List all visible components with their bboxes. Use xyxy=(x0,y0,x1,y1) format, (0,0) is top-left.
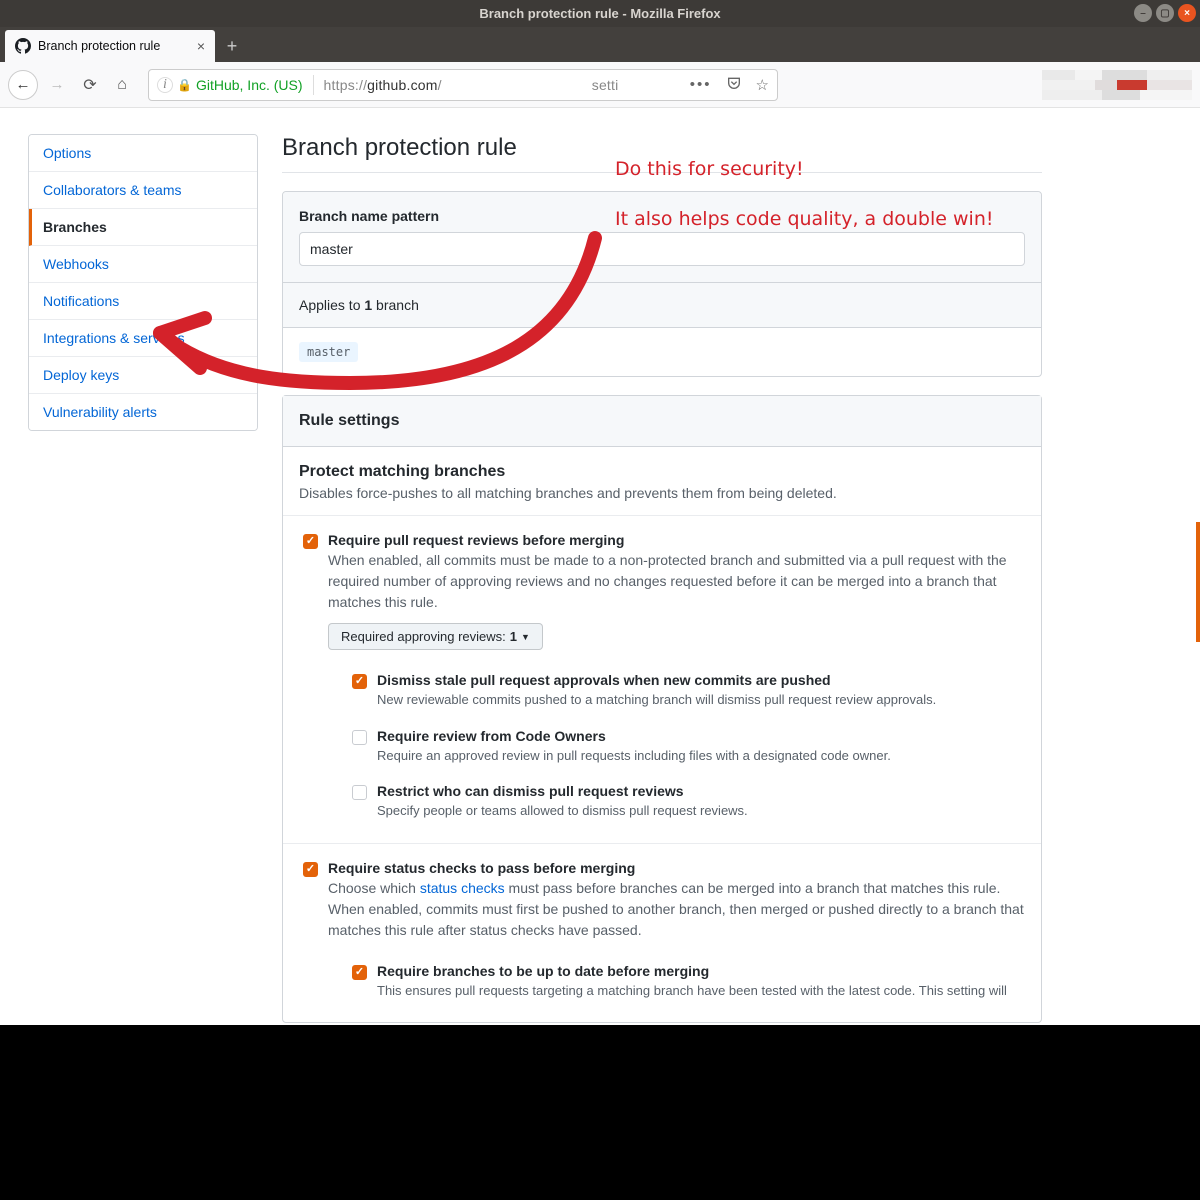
matching-branches: master xyxy=(283,328,1041,376)
browser-tabstrip: Branch protection rule × + xyxy=(0,27,1200,62)
rule-settings-heading: Rule settings xyxy=(283,396,1041,447)
window-close-button[interactable]: × xyxy=(1178,4,1196,22)
scroll-indicator xyxy=(1196,522,1200,642)
protect-desc: Disables force-pushes to all matching br… xyxy=(299,485,1025,501)
toolbar-extensions-blur xyxy=(1042,70,1192,100)
checkbox-up-to-date[interactable] xyxy=(352,965,367,980)
branch-pattern-input[interactable] xyxy=(299,232,1025,266)
annotation-text-2: It also helps code quality, a double win… xyxy=(615,208,993,230)
urlbar-separator xyxy=(313,75,314,95)
site-identity-label: GitHub, Inc. (US) xyxy=(196,77,303,93)
protect-branches-head: Protect matching branches Disables force… xyxy=(283,447,1041,516)
window-title: Branch protection rule - Mozilla Firefox xyxy=(479,6,720,21)
pocket-icon[interactable] xyxy=(726,75,742,95)
main-column: Branch protection rule Branch name patte… xyxy=(282,134,1042,1023)
sidenav-item-webhooks[interactable]: Webhooks xyxy=(29,246,257,283)
url-text: https://github.com/setti xyxy=(324,77,686,93)
rule-settings-box: Rule settings Protect matching branches … xyxy=(282,395,1042,1023)
browser-tab-active[interactable]: Branch protection rule × xyxy=(5,30,215,62)
window-maximize-button[interactable]: ▢ xyxy=(1156,4,1174,22)
sidenav-item-branches: Branches xyxy=(29,209,257,246)
pattern-head: Branch name pattern xyxy=(283,192,1041,283)
checkbox-require-pr-reviews[interactable] xyxy=(303,534,318,549)
letterbox-bottom xyxy=(0,1025,1200,1200)
protect-title: Protect matching branches xyxy=(299,463,1025,481)
home-button[interactable]: ⌂ xyxy=(108,71,136,99)
page-content: Options Collaborators & teams Branches W… xyxy=(0,108,1200,1049)
new-tab-button[interactable]: + xyxy=(215,30,249,62)
subrule-code-owners: Require review from Code Owners Require … xyxy=(328,716,1025,772)
browser-toolbar: ← → ⟳ ⌂ i 🔒 GitHub, Inc. (US) https://gi… xyxy=(0,62,1200,108)
github-favicon-icon xyxy=(15,38,31,54)
checkbox-restrict-dismiss[interactable] xyxy=(352,785,367,800)
rule-title: Require status checks to pass before mer… xyxy=(328,860,1025,876)
forward-button: → xyxy=(42,70,72,100)
url-bar[interactable]: i 🔒 GitHub, Inc. (US) https://github.com… xyxy=(148,69,778,101)
subrule-restrict-dismiss: Restrict who can dismiss pull request re… xyxy=(328,771,1025,827)
sidenav-item-vulnerability-alerts[interactable]: Vulnerability alerts xyxy=(29,394,257,430)
tab-title: Branch protection rule xyxy=(38,39,160,53)
rule-require-status-checks: Require status checks to pass before mer… xyxy=(283,844,1041,1023)
annotation-text-1: Do this for security! xyxy=(615,158,804,180)
sidenav-item-deploy-keys[interactable]: Deploy keys xyxy=(29,357,257,394)
window-minimize-button[interactable]: – xyxy=(1134,4,1152,22)
rule-desc: When enabled, all commits must be made t… xyxy=(328,550,1025,613)
sidenav-item-options[interactable]: Options xyxy=(29,135,257,172)
settings-sidenav: Options Collaborators & teams Branches W… xyxy=(28,134,258,431)
lock-icon: 🔒 xyxy=(177,78,192,92)
applies-to-text: Applies to 1 branch xyxy=(283,283,1041,328)
tab-close-icon[interactable]: × xyxy=(197,38,205,54)
branch-chip: master xyxy=(299,342,358,362)
sidenav-item-notifications[interactable]: Notifications xyxy=(29,283,257,320)
required-reviews-dropdown[interactable]: Required approving reviews: 1▼ xyxy=(328,623,543,650)
subrule-up-to-date: Require branches to be up to date before… xyxy=(328,951,1025,1007)
reload-button[interactable]: ⟳ xyxy=(76,71,104,99)
window-titlebar: Branch protection rule - Mozilla Firefox… xyxy=(0,0,1200,27)
bookmark-star-icon[interactable]: ☆ xyxy=(756,76,769,94)
checkbox-code-owners[interactable] xyxy=(352,730,367,745)
subrule-dismiss-stale: Dismiss stale pull request approvals whe… xyxy=(328,660,1025,716)
rule-require-pr-reviews: Require pull request reviews before merg… xyxy=(283,516,1041,844)
checkbox-require-status-checks[interactable] xyxy=(303,862,318,877)
rule-desc: Choose which status checks must pass bef… xyxy=(328,878,1025,941)
back-button[interactable]: ← xyxy=(8,70,38,100)
page-actions-icon[interactable]: ••• xyxy=(690,76,712,93)
status-checks-link[interactable]: status checks xyxy=(420,880,505,896)
site-info-icon[interactable]: i xyxy=(157,77,173,93)
checkbox-dismiss-stale[interactable] xyxy=(352,674,367,689)
rule-title: Require pull request reviews before merg… xyxy=(328,532,1025,548)
sidenav-item-integrations[interactable]: Integrations & services xyxy=(29,320,257,357)
sidenav-item-collaborators[interactable]: Collaborators & teams xyxy=(29,172,257,209)
caret-down-icon: ▼ xyxy=(521,632,530,642)
